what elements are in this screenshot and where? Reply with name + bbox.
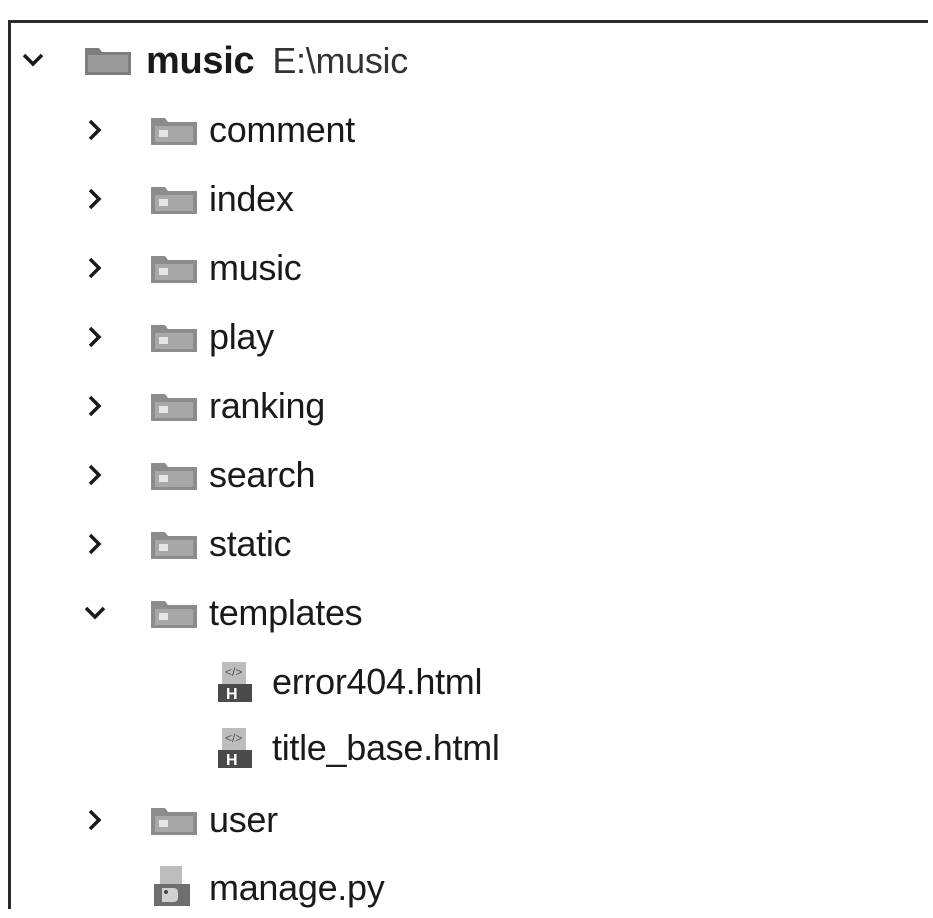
chevron-right-icon[interactable] (82, 255, 108, 281)
chevron-right-icon[interactable] (82, 462, 108, 488)
tree-item-label: manage.py (209, 867, 385, 908)
folder-icon (150, 804, 197, 838)
tree-item-label: error404.html (272, 661, 483, 702)
tree-item-music[interactable]: music (0, 238, 933, 298)
tree-item-label: play (209, 316, 274, 357)
tree-item-error404-html[interactable]: </> H error404.html (0, 652, 933, 712)
folder-icon (150, 597, 197, 631)
folder-icon (150, 459, 197, 493)
tree-item-play[interactable]: play (0, 307, 933, 367)
svg-text:</>: </> (225, 731, 242, 745)
tree-item-label: search (209, 454, 316, 495)
project-path: E:\music (272, 40, 408, 81)
python-file-icon (152, 864, 196, 908)
folder-icon (150, 114, 197, 148)
tree-item-label: static (209, 523, 292, 564)
svg-text:H: H (226, 686, 238, 703)
svg-text:H: H (226, 752, 238, 769)
html-file-icon: </> H (216, 726, 256, 770)
tree-item-static[interactable]: static (0, 514, 933, 574)
chevron-down-icon[interactable] (82, 600, 108, 626)
tree-item-manage-py[interactable]: manage.py (0, 858, 933, 918)
chevron-right-icon[interactable] (82, 117, 108, 143)
chevron-right-icon[interactable] (82, 393, 108, 419)
tree-item-label: title_base.html (272, 727, 500, 768)
folder-icon (150, 528, 197, 562)
folder-icon (150, 252, 197, 286)
chevron-right-icon[interactable] (82, 807, 108, 833)
tree-item-search[interactable]: search (0, 445, 933, 505)
folder-icon (150, 390, 197, 424)
svg-text:</>: </> (225, 665, 242, 679)
root-label: music E:\music (146, 42, 408, 80)
folder-icon (150, 321, 197, 355)
chevron-right-icon[interactable] (82, 324, 108, 350)
tree-item-title-base-html[interactable]: </> H title_base.html (0, 718, 933, 778)
tree-item-label: index (209, 178, 294, 219)
chevron-right-icon[interactable] (82, 186, 108, 212)
tree-item-ranking[interactable]: ranking (0, 376, 933, 436)
tree-item-label: comment (209, 109, 355, 150)
chevron-right-icon[interactable] (82, 531, 108, 557)
folder-icon (84, 44, 131, 78)
tree-root-music[interactable]: music E:\music (0, 30, 933, 90)
tree-item-user[interactable]: user (0, 790, 933, 850)
project-name: music (146, 40, 255, 82)
tree-item-label: ranking (209, 385, 325, 426)
tree-item-label: user (209, 799, 278, 840)
tree-item-templates[interactable]: templates (0, 583, 933, 643)
folder-icon (150, 183, 197, 217)
chevron-down-icon[interactable] (20, 47, 46, 73)
html-file-icon: </> H (216, 660, 256, 704)
tree-item-label: templates (209, 592, 363, 633)
tree-item-index[interactable]: index (0, 169, 933, 229)
tree-item-label: music (209, 247, 302, 288)
tree-item-comment[interactable]: comment (0, 100, 933, 160)
